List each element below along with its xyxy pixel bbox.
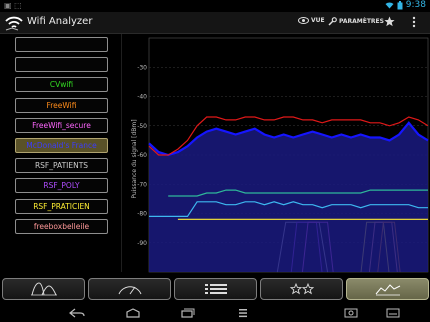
stars-icon [289,282,314,295]
y-tick-label: -90 [137,240,147,247]
network-list: CVwifi FreeWifi FreeWifi_secure McDonald's … [0,34,122,272]
network-item[interactable]: RSF_POLY [15,178,108,194]
action-bar: Wifi Analyzer VUE PARAMÈTRES [0,12,430,34]
star-icon [384,16,395,27]
network-item[interactable]: RSF_PRATICIEN [15,198,108,214]
view-label: VUE [311,17,325,24]
time-graph-icon [375,284,400,296]
network-item[interactable] [15,57,108,73]
tab-channel-rating[interactable] [88,278,171,300]
signal-meter-icon [118,286,141,295]
menu-button[interactable] [234,306,252,320]
network-item[interactable] [15,37,108,52]
y-tick-label: -30 [137,64,147,71]
network-item[interactable]: FreeWifi [15,97,108,113]
list-icon [204,284,227,294]
y-tick-label: -70 [137,181,147,188]
back-icon [69,308,85,318]
tab-ap-list[interactable] [174,278,257,300]
battery-icon [397,0,403,9]
notification-icons: ▣ ⬚ [4,1,22,10]
settings-label: PARAMÈTRES [339,18,384,25]
wifi-status-icon [385,2,394,9]
y-tick-label: -60 [137,152,147,159]
more-vert-icon [412,16,416,28]
back-button[interactable] [68,306,86,320]
wifi-analyzer-logo-icon[interactable] [4,15,24,31]
overflow-menu-button[interactable] [412,16,416,28]
recent-apps-button[interactable] [178,306,196,320]
menu-icon [239,309,247,318]
series-fill [149,122,428,272]
screenshot-button[interactable] [342,306,360,320]
y-axis-label: Puissance du signal [dBm] [131,119,138,198]
signal-time-chart: -30 -40 -50 -60 -70 -80 -90 Puissance du signal… [131,37,429,273]
tab-channel-rating-stars[interactable] [260,278,343,300]
navigation-extra-button[interactable] [384,306,402,320]
wrench-icon [328,17,337,26]
keyboard-icon [386,308,400,318]
channel-graph-icon [30,282,57,296]
network-item[interactable]: freeboxbelleile [15,218,108,234]
eye-icon [298,17,309,24]
home-icon [126,308,140,318]
tab-time-graph[interactable] [346,278,429,300]
y-tick-label: -80 [137,211,147,218]
status-bar: ▣ ⬚ 9:38 [0,0,430,12]
y-tick-label: -50 [137,123,147,130]
network-item[interactable]: CVwifi [15,77,108,93]
network-item[interactable]: FreeWifi_secure [15,117,108,133]
network-item[interactable]: McDonald's France [15,138,108,153]
status-right: 9:38 [385,0,426,10]
settings-button[interactable]: PARAMÈTRES [328,17,384,26]
network-item[interactable]: RSF_PATIENTS [15,158,108,174]
bottom-tab-bar [0,276,430,303]
view-button[interactable]: VUE [298,17,325,24]
clock: 9:38 [405,0,426,10]
recent-apps-icon [181,308,195,318]
system-nav-bar [0,304,430,322]
favorite-button[interactable] [384,16,395,27]
tab-channel-graph[interactable] [2,278,85,300]
app-title: Wifi Analyzer [27,16,93,27]
home-button[interactable] [124,306,142,320]
y-tick-label: -40 [137,94,147,101]
screenshot-icon [344,308,358,318]
